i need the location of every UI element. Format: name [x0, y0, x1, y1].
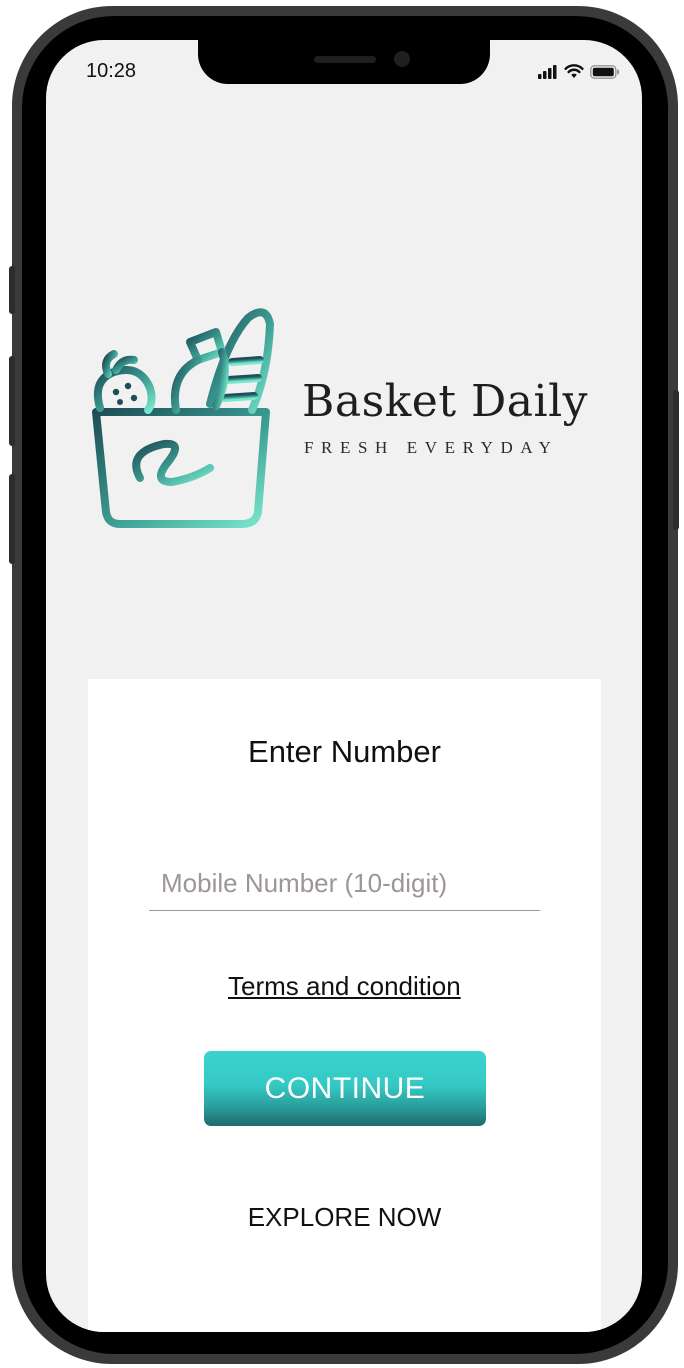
status-icons	[538, 64, 620, 79]
login-card: Enter Number Terms and condition CONTINU…	[88, 679, 601, 1332]
login-title: Enter Number	[248, 734, 441, 769]
wifi-icon	[564, 64, 584, 78]
explore-now-button[interactable]: EXPLORE NOW	[88, 1201, 601, 1234]
mobile-number-input[interactable]	[149, 857, 540, 911]
terms-link[interactable]: Terms and condition	[228, 971, 461, 1002]
brand-name: Basket Daily	[302, 376, 589, 427]
speaker-grille	[314, 56, 376, 63]
power-button	[673, 390, 679, 530]
battery-icon	[590, 64, 619, 79]
notch	[198, 40, 490, 84]
continue-button[interactable]: CONTINUE	[204, 1051, 486, 1126]
volume-down-button	[9, 474, 15, 564]
grocery-basket-icon	[92, 308, 274, 528]
app-screen: 10:28 Basket Daily FRESH EVERYDAY Enter …	[46, 40, 642, 1332]
silent-switch	[9, 266, 15, 314]
status-time: 10:28	[86, 60, 137, 82]
brand-tagline: FRESH EVERYDAY	[304, 438, 559, 457]
cellular-signal-icon	[538, 64, 557, 79]
front-camera	[394, 51, 410, 67]
volume-up-button	[9, 356, 15, 446]
